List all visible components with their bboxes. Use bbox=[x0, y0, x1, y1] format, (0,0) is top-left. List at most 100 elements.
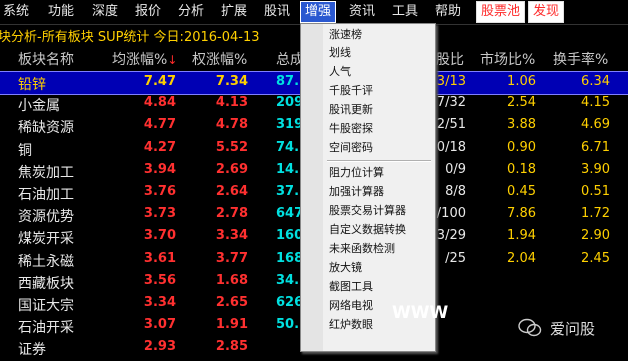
watermark-text: WWW bbox=[392, 303, 449, 323]
dropdown-item[interactable]: 涨速榜 bbox=[329, 26, 362, 44]
sector-name-cell: 煤炭开采 bbox=[18, 231, 74, 248]
turnover-cell: 2.45 bbox=[581, 250, 610, 266]
dropdown-item[interactable]: 股讯更新 bbox=[329, 101, 373, 119]
avg-change-cell: 3.61 bbox=[143, 250, 176, 266]
stock-ratio-cell: 3/13 bbox=[436, 74, 466, 89]
avg-change-cell: 3.70 bbox=[143, 228, 176, 244]
weighted-change-cell: 4.78 bbox=[215, 117, 248, 133]
volume-cell: 34. bbox=[276, 272, 300, 288]
dropdown-item[interactable]: 划线 bbox=[329, 44, 351, 62]
avg-change-cell: 3.34 bbox=[143, 295, 176, 310]
weighted-change-cell: 2.85 bbox=[215, 339, 248, 355]
header-turnover[interactable]: 换手率% bbox=[553, 49, 608, 69]
sector-name-cell: 焦炭加工 bbox=[18, 164, 74, 181]
dropdown-item[interactable]: 股票交易计算器 bbox=[329, 202, 406, 220]
menu-discover[interactable]: 发现 bbox=[528, 1, 565, 23]
menu-analysis[interactable]: 分析 bbox=[178, 2, 204, 22]
sector-name-cell: 稀缺资源 bbox=[18, 120, 74, 137]
dropdown-item[interactable]: 千股千评 bbox=[329, 82, 373, 100]
weighted-change-cell: 5.52 bbox=[215, 139, 248, 155]
menu-separator-highlight bbox=[327, 161, 431, 162]
dropdown-item[interactable]: 截图工具 bbox=[329, 278, 373, 296]
menu-enhance[interactable]: 增强 bbox=[300, 1, 337, 23]
market-ratio-cell: 2.04 bbox=[507, 250, 536, 266]
menu-help[interactable]: 帮助 bbox=[435, 2, 461, 22]
weighted-change-cell: 3.34 bbox=[215, 228, 248, 244]
stock-ratio-cell: 3/29 bbox=[436, 228, 466, 244]
header-ratio[interactable]: 股比 bbox=[436, 49, 464, 69]
avg-change-cell: 2.93 bbox=[143, 339, 176, 355]
menu-extend[interactable]: 扩展 bbox=[221, 2, 247, 22]
avg-change-cell: 3.94 bbox=[143, 161, 176, 177]
avg-change-cell: 3.07 bbox=[143, 317, 176, 333]
brand-watermark: 爱问股 bbox=[550, 320, 596, 338]
header-market-ratio[interactable]: 市场比% bbox=[480, 49, 535, 69]
turnover-cell: 4.15 bbox=[581, 95, 610, 111]
menu-info[interactable]: 资讯 bbox=[349, 2, 375, 22]
avg-change-cell: 3.76 bbox=[143, 184, 176, 199]
weighted-change-cell: 1.68 bbox=[215, 272, 248, 288]
dropdown-item[interactable]: 人气 bbox=[329, 63, 351, 81]
dropdown-item[interactable]: 牛股密探 bbox=[329, 120, 373, 138]
dropdown-item[interactable]: 未来函数检测 bbox=[329, 240, 395, 258]
sector-name-cell: 小金属 bbox=[18, 98, 60, 115]
turnover-cell: 2.90 bbox=[581, 228, 610, 244]
weighted-change-cell: 3.77 bbox=[215, 250, 248, 266]
menu-depth[interactable]: 深度 bbox=[92, 2, 118, 22]
menu-bar: 系统 功能 深度 报价 分析 扩展 股讯 增强 资讯 工具 帮助 股票池 发现 bbox=[0, 0, 628, 25]
weighted-change-cell: 1.91 bbox=[215, 317, 248, 333]
header-avg-change-label: 均涨幅% bbox=[112, 52, 168, 68]
dropdown-item[interactable]: 加强计算器 bbox=[329, 183, 384, 201]
header-weighted-change[interactable]: 权涨幅% bbox=[192, 49, 247, 69]
menu-system[interactable]: 系统 bbox=[3, 2, 29, 22]
weighted-change-cell: 2.78 bbox=[215, 206, 248, 222]
sector-name-cell: 石油加工 bbox=[18, 187, 74, 203]
sector-name-cell: 铅锌 bbox=[18, 77, 46, 93]
menu-stock-pool[interactable]: 股票池 bbox=[476, 1, 526, 23]
avg-change-cell: 4.84 bbox=[143, 95, 176, 111]
sector-name-cell: 铜 bbox=[18, 142, 32, 159]
dropdown-item[interactable]: 自定义数据转换 bbox=[329, 221, 406, 239]
stock-ratio-cell: /100 bbox=[436, 206, 466, 222]
turnover-cell: 0.51 bbox=[581, 184, 610, 199]
avg-change-cell: 3.73 bbox=[143, 206, 176, 222]
wechat-icon bbox=[518, 318, 542, 337]
market-ratio-cell: 2.54 bbox=[507, 95, 536, 111]
sector-name-cell: 证券 bbox=[18, 342, 46, 359]
sector-name-cell: 国证大宗 bbox=[18, 298, 74, 314]
dropdown-item[interactable]: 空间密码 bbox=[329, 139, 373, 157]
volume-cell: 37. bbox=[276, 184, 300, 199]
header-avg-change[interactable]: 均涨幅%↓ bbox=[112, 49, 177, 69]
market-ratio-cell: 7.86 bbox=[507, 206, 536, 222]
weighted-change-cell: 2.65 bbox=[215, 295, 248, 310]
dropdown-item[interactable]: 阻力位计算 bbox=[329, 164, 384, 182]
stock-ratio-cell: 8/8 bbox=[445, 184, 466, 199]
dropdown-item[interactable]: 红炉数眼 bbox=[329, 316, 373, 334]
menu-function[interactable]: 功能 bbox=[48, 2, 74, 22]
sector-name-cell: 西藏板块 bbox=[18, 275, 74, 292]
market-ratio-cell: 3.88 bbox=[507, 117, 536, 133]
avg-change-cell: 4.27 bbox=[143, 139, 176, 155]
sector-name-cell: 资源优势 bbox=[18, 209, 74, 226]
market-ratio-cell: 1.06 bbox=[507, 74, 536, 89]
volume-cell: 50. bbox=[276, 317, 300, 333]
page-title: 块分析-所有板块 SUP统计 今日:2016-04-13 bbox=[0, 30, 260, 45]
menu-tools[interactable]: 工具 bbox=[392, 2, 418, 22]
turnover-cell: 3.90 bbox=[581, 161, 610, 177]
sort-down-icon: ↓ bbox=[167, 53, 178, 67]
header-name[interactable]: 板块名称 bbox=[18, 49, 74, 69]
menu-gutter bbox=[301, 24, 323, 351]
avg-change-cell: 3.56 bbox=[143, 272, 176, 288]
market-ratio-cell: 0.90 bbox=[507, 139, 536, 155]
menu-quote[interactable]: 报价 bbox=[135, 2, 161, 22]
turnover-cell: 6.71 bbox=[581, 139, 610, 155]
menu-stock-news[interactable]: 股讯 bbox=[264, 2, 290, 22]
volume-cell: 87. bbox=[276, 74, 300, 89]
weighted-change-cell: 7.34 bbox=[215, 74, 248, 89]
volume-cell: 74. bbox=[276, 139, 300, 155]
dropdown-item[interactable]: 网络电视 bbox=[329, 297, 373, 315]
stock-ratio-cell: 7/32 bbox=[436, 95, 466, 111]
dropdown-item[interactable]: 放大镜 bbox=[329, 259, 362, 277]
stock-ratio-cell: /25 bbox=[445, 250, 466, 266]
weighted-change-cell: 4.13 bbox=[215, 95, 248, 111]
